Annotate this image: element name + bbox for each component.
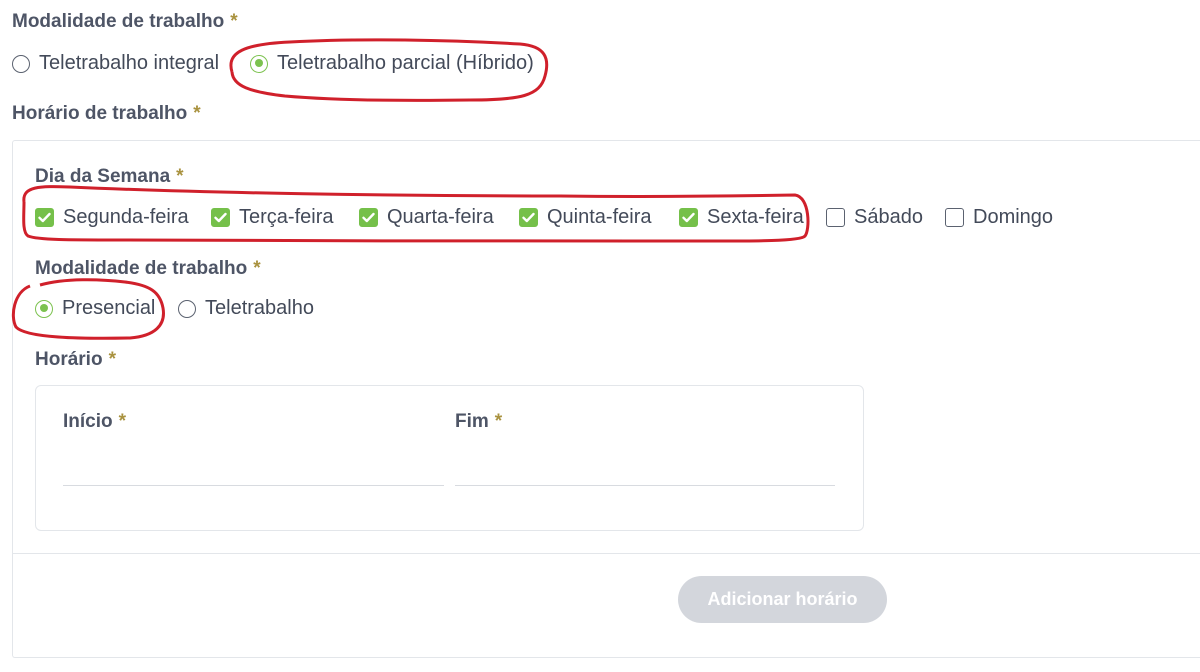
radio-teletrabalho-integral[interactable]: Teletrabalho integral [12, 52, 219, 75]
weekday-label: Dia da Semana * [35, 166, 184, 187]
radio-teletrabalho-parcial[interactable]: Teletrabalho parcial (Híbrido) [250, 52, 534, 75]
hours-label: Horário * [35, 349, 116, 370]
radio-icon[interactable] [178, 299, 196, 318]
start-input-underline [63, 485, 444, 486]
schedule-label: Horário de trabalho * [12, 103, 201, 124]
radio-presencial[interactable]: Presencial [35, 297, 155, 320]
radio-selected-icon[interactable] [250, 54, 268, 73]
end-time-input[interactable] [455, 445, 835, 485]
checkbox-sexta-feira[interactable]: Sexta-feira [679, 206, 804, 229]
checkbox-checked-icon[interactable] [211, 208, 230, 227]
checkbox-label: Domingo [973, 206, 1054, 228]
checkbox-label: Segunda-feira [63, 206, 189, 228]
checkbox-label: Sábado [854, 206, 923, 228]
checkbox-domingo[interactable]: Domingo [945, 206, 1053, 229]
radio-teletrabalho[interactable]: Teletrabalho [178, 297, 314, 320]
checkbox-label: Terça-feira [239, 206, 334, 228]
checkbox-label: Sexta-feira [707, 206, 804, 228]
radio-label: Teletrabalho integral [39, 52, 220, 74]
checkbox-checked-icon[interactable] [519, 208, 538, 227]
checkbox-checked-icon[interactable] [679, 208, 698, 227]
radio-label: Presencial [62, 297, 156, 319]
work-modality-label: Modalidade de trabalho * [12, 11, 238, 32]
radio-label: Teletrabalho parcial (Híbrido) [277, 52, 534, 74]
end-label: Fim * [455, 411, 503, 432]
panel-divider [12, 553, 1200, 554]
checkbox-unchecked-icon[interactable] [826, 208, 845, 227]
radio-icon[interactable] [12, 54, 30, 73]
inner-work-modality-label: Modalidade de trabalho * [35, 258, 261, 279]
checkbox-label: Quarta-feira [387, 206, 494, 228]
radio-selected-icon[interactable] [35, 299, 53, 318]
radio-label: Teletrabalho [205, 297, 314, 319]
checkbox-checked-icon[interactable] [359, 208, 378, 227]
start-label: Início * [63, 411, 127, 432]
checkbox-sabado[interactable]: Sábado [826, 206, 923, 229]
checkbox-terca-feira[interactable]: Terça-feira [211, 206, 333, 229]
checkbox-quinta-feira[interactable]: Quinta-feira [519, 206, 652, 229]
start-time-input[interactable] [63, 445, 444, 485]
add-schedule-button[interactable]: Adicionar horário [678, 576, 887, 623]
checkbox-segunda-feira[interactable]: Segunda-feira [35, 206, 189, 229]
checkbox-checked-icon[interactable] [35, 208, 54, 227]
checkbox-label: Quinta-feira [547, 206, 652, 228]
end-input-underline [455, 485, 835, 486]
checkbox-unchecked-icon[interactable] [945, 208, 964, 227]
checkbox-quarta-feira[interactable]: Quarta-feira [359, 206, 494, 229]
